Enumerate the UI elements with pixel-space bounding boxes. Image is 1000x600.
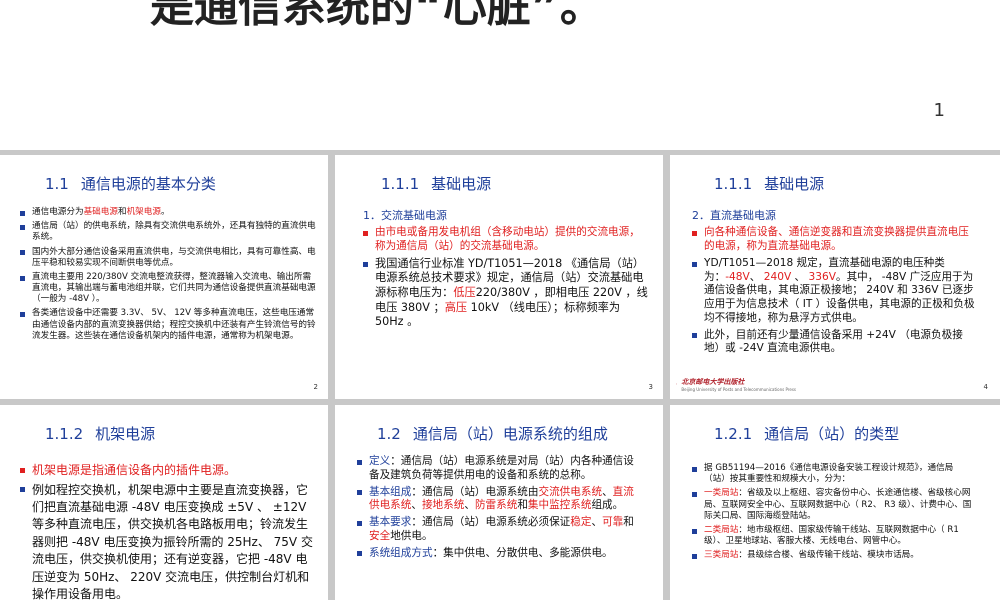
slide-5-body: 机架电源是指通信设备内的插件电源。 例如程控交换机，机架电源中主要是直流变换器，…: [20, 463, 314, 600]
slide-7-thumbnail[interactable]: 1.2.1 通信局（站）的类型 据 GB51194—2016《通信电源设备安装工程…: [670, 405, 1000, 600]
slide-5-thumbnail[interactable]: 1.1.2 机架电源 机架电源是指通信设备内的插件电源。 例如程控交换机，机架电源…: [0, 405, 328, 600]
bullet: 基本要求：通信局（站）电源系统必须保证稳定、可靠和安全地供电。: [357, 516, 643, 544]
slide-3-section-number: 1.1.1: [381, 175, 420, 193]
slide-6-body: 定义：通信局（站）电源系统是对局（站）内各种通信设备及建筑负荷等提供用电的设备和…: [357, 455, 643, 563]
bullet: 据 GB51194—2016《通信电源设备安装工程设计规范》，通信局（站）按其重…: [692, 463, 972, 485]
bullet: YD/T1051—2018 规定，直流基础电源的电压种类为：-48V、 240V…: [692, 257, 978, 326]
slide-4-title: 1.1.1 基础电源: [714, 173, 824, 194]
slide-6-section-number: 1.2: [377, 425, 401, 443]
slide-6-thumbnail[interactable]: 1.2 通信局（站）电源系统的组成 定义：通信局（站）电源系统是对局（站）内各种通…: [335, 405, 663, 600]
bullet: 机架电源是指通信设备内的插件电源。: [20, 463, 314, 479]
bullet: 我国通信行业标准 YD/T1051—2018 《通信局（站）电源系统总技术要求》…: [363, 257, 649, 330]
slide-4-section-number: 1.1.1: [714, 175, 753, 193]
slide-6-title: 1.2 通信局（站）电源系统的组成: [377, 423, 608, 444]
slide-3-subheading: 1．交流基础电源: [363, 209, 447, 222]
bullet: 通信局（站）的供电系统，除具有交流供电系统外，还具有独特的直流供电系统。: [20, 221, 318, 243]
slide-7-body: 据 GB51194—2016《通信电源设备安装工程设计规范》，通信局（站）按其重…: [692, 463, 972, 564]
slide-3-body: 1．交流基础电源 由市电或备用发电机组（含移动电站）提供的交流电源，称为通信局（…: [363, 209, 649, 333]
publisher-logo-text: 北京邮电大学出版社: [681, 377, 745, 386]
bullet: 直流电主要用 220/380V 交流电整流获得，整流器输入交流电、输出所需直流电…: [20, 272, 318, 306]
slide-2-thumbnail[interactable]: 1.1 通信电源的基本分类 通信电源分为基础电源和机架电源。 通信局（站）的供电系…: [0, 155, 328, 399]
slide-7-title-text: 通信局（站）的类型: [764, 425, 900, 443]
slide-7-title: 1.2.1 通信局（站）的类型: [714, 423, 899, 444]
slide-4-title-text: 基础电源: [764, 175, 825, 193]
slide-1-page-number: 1: [933, 100, 945, 121]
bullet: 二类局站：地市级枢纽、国家级传输干线站、互联网数据中心（ R1 级）、卫星地球站…: [692, 525, 972, 547]
slide-5-title: 1.1.2 机架电源: [45, 423, 155, 444]
slide-2-title: 1.1 通信电源的基本分类: [45, 173, 216, 194]
publisher-logo: 北京邮电大学出版社 Beijing University of Posts an…: [676, 373, 796, 395]
bullet: 国内外大部分通信设备采用直流供电，与交流供电相比，具有可靠性高、电压平稳和较易实…: [20, 247, 318, 269]
slide-2-body: 通信电源分为基础电源和机架电源。 通信局（站）的供电系统，除具有交流供电系统外，…: [20, 207, 318, 345]
slide-3-title-text: 基础电源: [431, 175, 492, 193]
slide-1-partial[interactable]: 是通信系统的“心脏”。 1: [0, 0, 1000, 150]
slide-2-section-number: 1.1: [45, 175, 69, 193]
slide-4-thumbnail[interactable]: 1.1.1 基础电源 2．直流基础电源 向各种通信设备、通信逆变器和直流变换器提供…: [670, 155, 1000, 399]
slide-5-title-text: 机架电源: [95, 425, 156, 443]
bullet: 系统组成方式：集中供电、分散供电、多能源供电。: [357, 547, 643, 561]
bupt-logo-icon: [676, 383, 678, 385]
slide-1-title: 是通信系统的“心脏”。: [150, 0, 604, 32]
bullet: 由市电或备用发电机组（含移动电站）提供的交流电源，称为通信局（站）的交流基础电源…: [363, 226, 649, 254]
slide-4-body: 2．直流基础电源 向各种通信设备、通信逆变器和直流变换器提供直流电压的电源，称为…: [692, 209, 978, 359]
bullet: 基本组成：通信局（站）电源系统由交流供电系统、直流供电系统、接地系统、防雷系统和…: [357, 486, 643, 514]
slide-3-page-number: 3: [648, 383, 653, 391]
bullet: 一类局站：省级及以上枢纽、容灾备份中心、长途通信楼、省级核心网局、互联网安全中心…: [692, 488, 972, 522]
slide-6-title-text: 通信局（站）电源系统的组成: [412, 425, 608, 443]
bullet: 通信电源分为基础电源和机架电源。: [20, 207, 318, 218]
bullet: 向各种通信设备、通信逆变器和直流变换器提供直流电压的电源，称为直流基础电源。: [692, 226, 978, 254]
bullet: 各类通信设备中还需要 3.3V、 5V、 12V 等多种直流电压，这些电压通常由…: [20, 308, 318, 342]
bullet: 三类局站：县级综合楼、省级传输干线站、模块市话局。: [692, 550, 972, 561]
slide-7-section-number: 1.2.1: [714, 425, 753, 443]
bullet: 此外，目前还有少量通信设备采用 +24V （电源负极接地）或 -24V 直流电源…: [692, 329, 978, 357]
slide-4-subheading: 2．直流基础电源: [692, 209, 776, 222]
slide-2-page-number: 2: [313, 383, 318, 391]
publisher-logo-subtext: Beijing University of Posts and Telecomm…: [681, 386, 796, 392]
slide-4-page-number: 4: [983, 383, 988, 391]
slide-3-thumbnail[interactable]: 1.1.1 基础电源 1．交流基础电源 由市电或备用发电机组（含移动电站）提供的交…: [335, 155, 663, 399]
bullet: 定义：通信局（站）电源系统是对局（站）内各种通信设备及建筑负荷等提供用电的设备和…: [357, 455, 643, 483]
slide-3-title: 1.1.1 基础电源: [381, 173, 491, 194]
slide-5-section-number: 1.1.2: [45, 425, 84, 443]
bullet: 例如程控交换机，机架电源中主要是直流变换器，它们把直流基础电源 -48V 电压变…: [20, 482, 314, 600]
slide-2-title-text: 通信电源的基本分类: [80, 175, 216, 193]
